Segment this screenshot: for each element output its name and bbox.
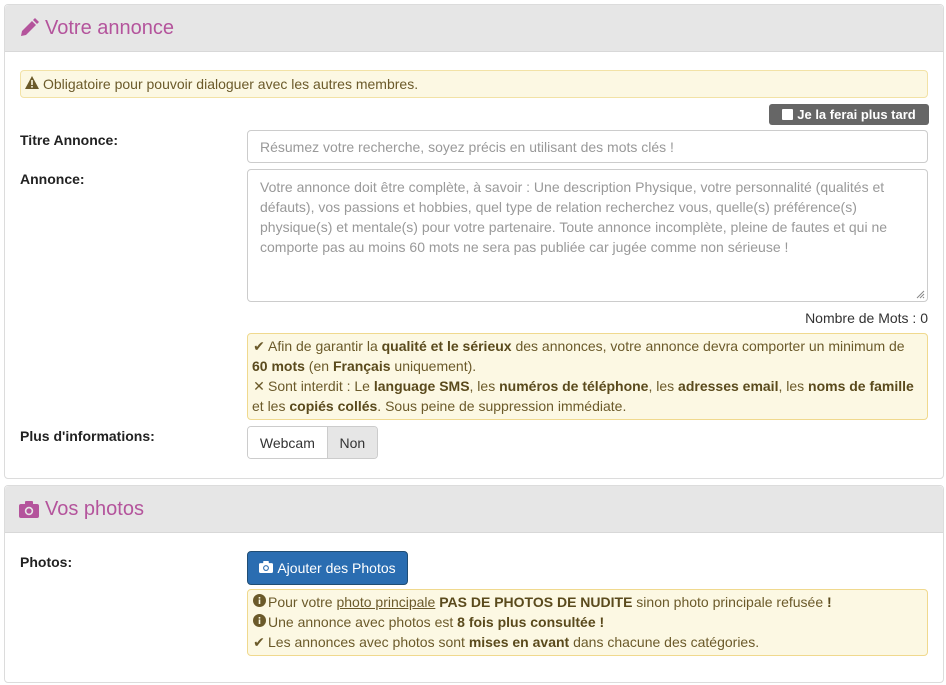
camera-icon [259, 560, 277, 576]
mandatory-warning-text: Obligatoire pour pouvoir dialoguer avec … [43, 76, 419, 92]
note-consultation: Une annonce avec photos est 8 fois plus … [252, 612, 923, 632]
titre-label: Titre Annonce: [20, 132, 119, 148]
add-photos-label: Ajouter des Photos [277, 560, 396, 576]
titre-input[interactable]: Résumez votre recherche, soyez précis en… [247, 130, 928, 163]
more-info-label: Plus d'informations: [20, 428, 155, 444]
mandatory-warning: Obligatoire pour pouvoir dialoguer avec … [20, 70, 928, 98]
annonce-rules: ✔ Afin de garantir la qualité et le série… [247, 333, 928, 420]
pencil-icon [19, 18, 39, 38]
rule-quality: ✔ Afin de garantir la qualité et le série… [252, 338, 905, 374]
check-icon: ✔ [253, 338, 265, 354]
toggle-option-webcam[interactable]: Webcam [248, 427, 327, 458]
camera-icon [19, 500, 39, 518]
rule-forbidden: ✕ Sont interdit : Le language SMS, les nu… [252, 378, 914, 414]
times-icon: ✕ [253, 378, 265, 394]
warning-icon [25, 76, 39, 92]
annonce-textarea[interactable]: Votre annonce doit être complète, à savo… [247, 169, 928, 302]
annonce-placeholder: Votre annonce doit être complète, à savo… [260, 179, 888, 255]
annonce-label: Annonce: [20, 171, 85, 187]
word-count: Nombre de Mots : 0 [805, 310, 928, 326]
checkbox-icon [782, 109, 794, 120]
photo-notes: Pour votre photo principale PAS DE PHOTO… [247, 589, 928, 656]
annonce-panel: Votre annonce Obligatoire pour pouvoir d… [4, 4, 944, 479]
photos-panel: Vos photos Photos: Ajouter des Photos Po… [4, 485, 944, 683]
add-photos-button[interactable]: Ajouter des Photos [247, 551, 408, 585]
later-button[interactable]: Je la ferai plus tard [769, 104, 929, 125]
resize-grip-icon[interactable] [916, 290, 925, 299]
photos-panel-heading: Vos photos [5, 486, 943, 533]
annonce-panel-heading: Votre annonce [5, 5, 943, 52]
info-icon [252, 612, 266, 632]
toggle-option-non[interactable]: Non [326, 427, 377, 458]
annonce-panel-title: Votre annonce [45, 16, 174, 39]
note-highlighted: ✔ Les annonces avec photos sont mises en … [253, 634, 760, 650]
titre-placeholder: Résumez votre recherche, soyez précis en… [260, 138, 674, 155]
webcam-toggle: Webcam Non [247, 426, 378, 459]
later-button-label: Je la ferai plus tard [797, 107, 916, 122]
photos-panel-title: Vos photos [45, 497, 144, 520]
check-icon: ✔ [253, 634, 265, 650]
info-icon [252, 592, 266, 612]
note-main-photo: Pour votre photo principale PAS DE PHOTO… [252, 592, 923, 612]
photos-label: Photos: [20, 554, 73, 570]
